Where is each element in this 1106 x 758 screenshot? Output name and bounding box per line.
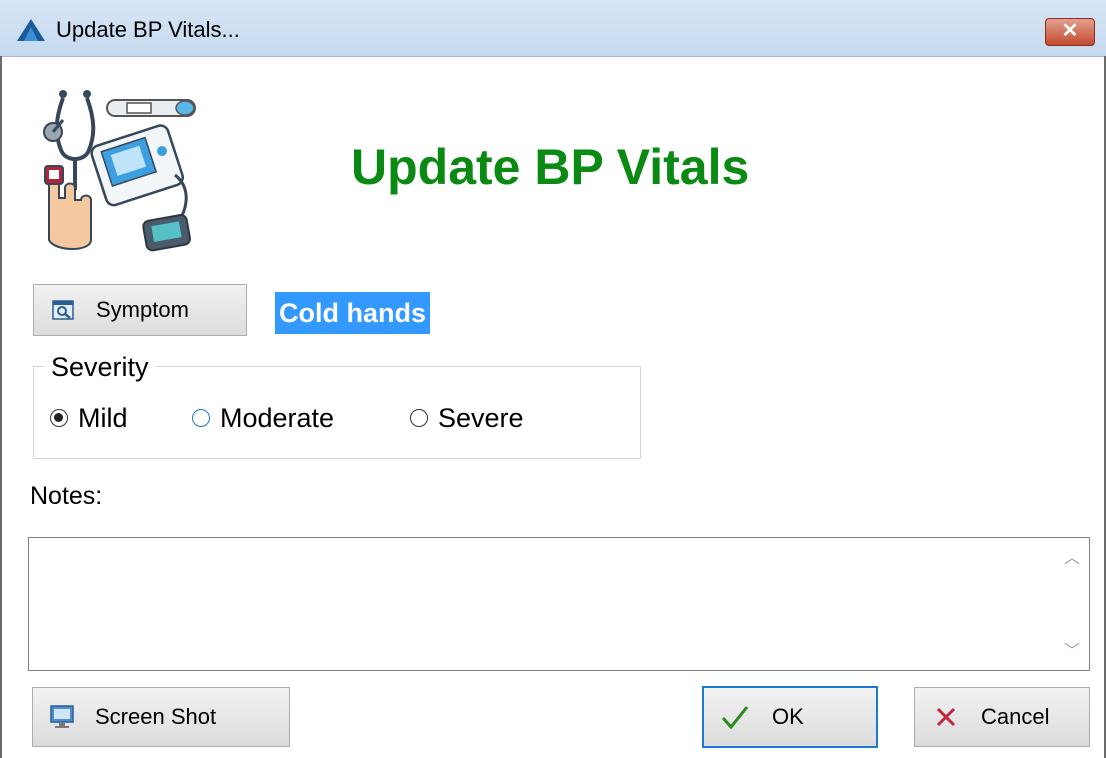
app-logo-icon	[17, 19, 45, 41]
radio-mild-label: Mild	[78, 402, 128, 433]
radio-unchecked-icon	[192, 409, 210, 427]
symptom-button-label: Symptom	[96, 297, 189, 322]
radio-moderate-label: Moderate	[220, 402, 335, 433]
window-border-left	[0, 56, 2, 758]
ok-button[interactable]: OK	[702, 686, 878, 748]
symptom-value[interactable]: Cold hands	[275, 292, 430, 334]
radio-severe[interactable]: Severe	[410, 400, 524, 436]
close-icon: ✕	[1061, 20, 1079, 42]
cancel-x-icon	[936, 707, 956, 727]
screen-shot-label: Screen Shot	[95, 704, 217, 729]
dialog-heading: Update BP Vitals	[351, 139, 750, 195]
scroll-up-icon[interactable]: ︿	[1060, 547, 1084, 571]
cancel-label: Cancel	[981, 704, 1050, 729]
severity-label: Severity	[45, 352, 155, 383]
radio-mild[interactable]: Mild	[50, 400, 128, 436]
checkmark-icon	[721, 706, 749, 730]
radio-moderate[interactable]: Moderate	[192, 400, 334, 436]
cancel-button[interactable]: Cancel	[914, 687, 1090, 747]
screen-shot-button[interactable]: Screen Shot	[32, 687, 290, 747]
radio-unchecked-icon	[410, 409, 428, 427]
symptom-lookup-icon	[52, 300, 74, 320]
notes-textarea[interactable]	[28, 537, 1090, 671]
symptom-button[interactable]: Symptom	[33, 284, 247, 336]
title-bar: Update BP Vitals... ✕	[0, 0, 1106, 57]
medical-devices-illustration	[43, 90, 196, 252]
notes-label: Notes:	[30, 482, 103, 510]
screen-shot-icon	[50, 705, 74, 728]
radio-checked-icon	[50, 409, 68, 427]
ok-label: OK	[772, 704, 804, 729]
window-title: Update BP Vitals...	[56, 17, 240, 42]
close-button[interactable]: ✕	[1045, 18, 1095, 46]
scroll-down-icon[interactable]: ﹀	[1060, 640, 1084, 664]
radio-severe-label: Severe	[438, 402, 524, 433]
